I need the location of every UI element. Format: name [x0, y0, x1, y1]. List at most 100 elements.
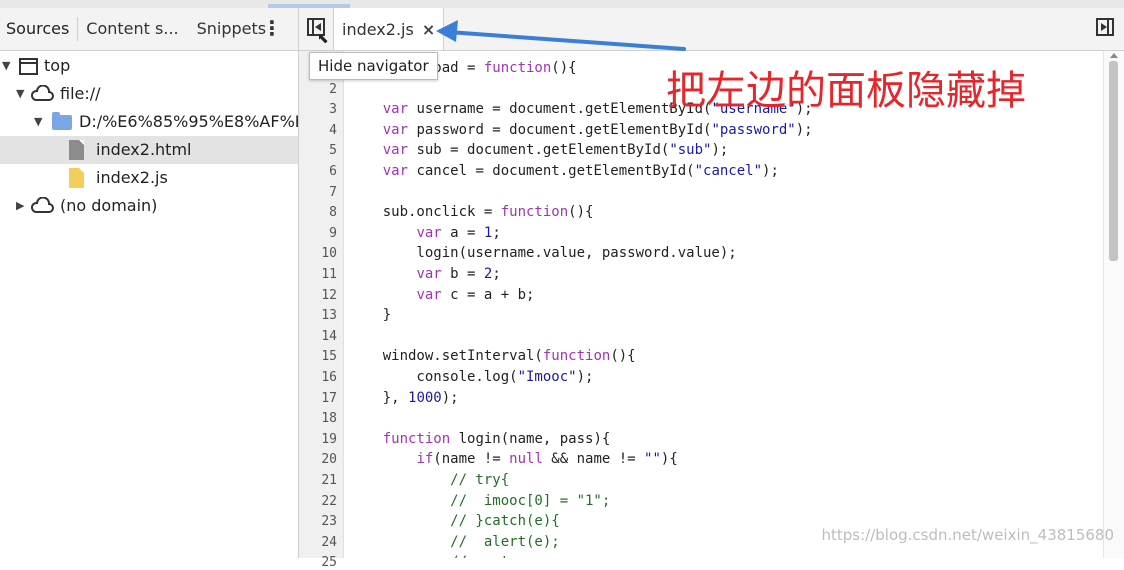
code-token: ){ — [660, 451, 678, 468]
line-number[interactable]: 24 — [297, 535, 337, 550]
line-number[interactable]: 14 — [297, 329, 337, 344]
code-token: (){ — [551, 60, 577, 76]
close-icon[interactable]: × — [422, 20, 435, 39]
code-line: // alert(e); — [349, 534, 560, 550]
line-number[interactable]: 17 — [297, 391, 337, 406]
code-token: sub = document.getElementById( — [408, 142, 670, 159]
code-line: var a = 1; — [349, 225, 500, 241]
tab-content-scripts[interactable]: Content s... — [80, 8, 184, 50]
code-token: (){ — [568, 204, 594, 221]
code-token: } — [349, 307, 392, 324]
code-token: ); — [762, 163, 779, 179]
tree-label: top — [44, 56, 71, 75]
code-token: // imooc[0] = "1"; — [349, 492, 611, 509]
line-number[interactable]: 13 — [297, 308, 337, 323]
collapse-triangle-icon[interactable]: ▶ — [16, 192, 24, 220]
code-token: (name != — [433, 451, 510, 468]
code-token: var — [382, 121, 409, 138]
code-token: (){ — [610, 348, 636, 365]
line-number[interactable]: 8 — [297, 205, 337, 220]
line-number[interactable]: 21 — [297, 473, 337, 488]
tree-item-index2-html[interactable]: index2.html — [0, 136, 298, 164]
line-number[interactable]: 16 — [297, 370, 337, 385]
code-line: // try{ — [349, 472, 509, 488]
line-number[interactable]: 23 — [297, 514, 337, 529]
code-line: } — [349, 307, 391, 323]
code-token: function — [382, 430, 451, 447]
code-token: if — [416, 451, 434, 468]
code-token: // }catch(e){ — [349, 513, 560, 530]
annotation-text: 把左边的面板隐藏掉 — [666, 68, 1026, 114]
code-token: ); — [711, 142, 729, 159]
line-number[interactable]: 7 — [297, 185, 337, 200]
line-number[interactable]: 9 — [297, 226, 337, 241]
code-token: "sub" — [669, 142, 712, 159]
code-token: // return; — [349, 554, 543, 558]
tab-snippets[interactable]: Snippets — [191, 8, 273, 50]
line-number[interactable]: 4 — [297, 123, 337, 138]
line-number[interactable]: 3 — [297, 102, 337, 117]
tab-sources[interactable]: Sources — [0, 8, 75, 50]
toggle-debugger-icon[interactable] — [1096, 18, 1114, 36]
code-token: // try{ — [349, 472, 510, 488]
line-number[interactable]: 5 — [297, 143, 337, 158]
scroll-up-arrow-icon[interactable] — [1110, 53, 1118, 58]
code-token: ); — [441, 389, 459, 406]
code-token: b = — [441, 266, 484, 282]
html-file-icon — [69, 140, 84, 160]
code-token: "" — [644, 451, 661, 468]
line-number[interactable]: 22 — [297, 494, 337, 509]
vertical-scrollbar[interactable] — [1103, 51, 1124, 558]
tree-label: (no domain) — [60, 196, 158, 215]
tree-item-no-domain[interactable]: ▶ (no domain) — [0, 192, 298, 220]
line-number[interactable]: 10 — [297, 246, 337, 261]
tree-item-index2-js[interactable]: index2.js — [0, 164, 298, 192]
code-token: var — [382, 142, 409, 159]
line-number[interactable]: 11 — [297, 267, 337, 282]
frame-icon — [19, 58, 38, 75]
code-line: var sub = document.getElementById("sub")… — [349, 142, 729, 159]
code-area[interactable]: window.onload = function(){ var username… — [343, 51, 1104, 558]
code-line: login(username.value, password.value); — [349, 245, 737, 262]
expand-triangle-icon[interactable]: ▼ — [16, 80, 24, 108]
code-token: login(username.value, password.value); — [349, 245, 737, 262]
line-number[interactable]: 12 — [297, 288, 337, 303]
tab-label: index2.js — [342, 19, 414, 39]
code-line: }, 1000); — [349, 390, 459, 406]
more-options-icon[interactable]: ⋮ — [262, 16, 282, 40]
tree-item-top[interactable]: ▼ top — [0, 52, 298, 80]
line-number[interactable]: 6 — [297, 164, 337, 179]
tree-label: index2.html — [96, 140, 192, 159]
expand-triangle-icon[interactable]: ▼ — [34, 108, 42, 136]
expand-triangle-icon[interactable]: ▼ — [2, 52, 10, 80]
line-number[interactable]: 15 — [297, 349, 337, 364]
tooltip: Hide navigator — [309, 52, 438, 80]
code-token: function — [542, 348, 611, 365]
tree-item-file-origin[interactable]: ▼ file:// — [0, 80, 298, 108]
tab-index2-js[interactable]: index2.js × — [333, 8, 445, 50]
code-token: 1000 — [408, 389, 442, 406]
code-line: // }catch(e){ — [349, 513, 560, 529]
code-line: sub.onclick = function(){ — [349, 204, 594, 221]
line-number[interactable]: 20 — [297, 452, 337, 467]
line-number[interactable]: 18 — [297, 411, 337, 426]
code-token: "Imooc" — [517, 369, 577, 385]
code-line: console.log("Imooc"); — [349, 369, 593, 385]
watermark: https://blog.csdn.net/weixin_43815680 — [821, 526, 1114, 544]
line-number[interactable]: 2 — [297, 82, 337, 97]
line-number[interactable]: 19 — [297, 432, 337, 447]
code-line: // return; — [349, 554, 543, 558]
code-token: console.log( — [349, 369, 518, 385]
code-line: var c = a + b; — [349, 287, 534, 303]
code-token: cancel = document.getElementById( — [408, 163, 695, 179]
code-token: ); — [795, 121, 813, 138]
tree-item-folder[interactable]: ▼ D:/%E6%85%95%E8%AF%BE — [0, 108, 298, 136]
mouse-pointer-icon: ⬉ — [317, 31, 329, 47]
scroll-thumb[interactable] — [1109, 61, 1118, 261]
